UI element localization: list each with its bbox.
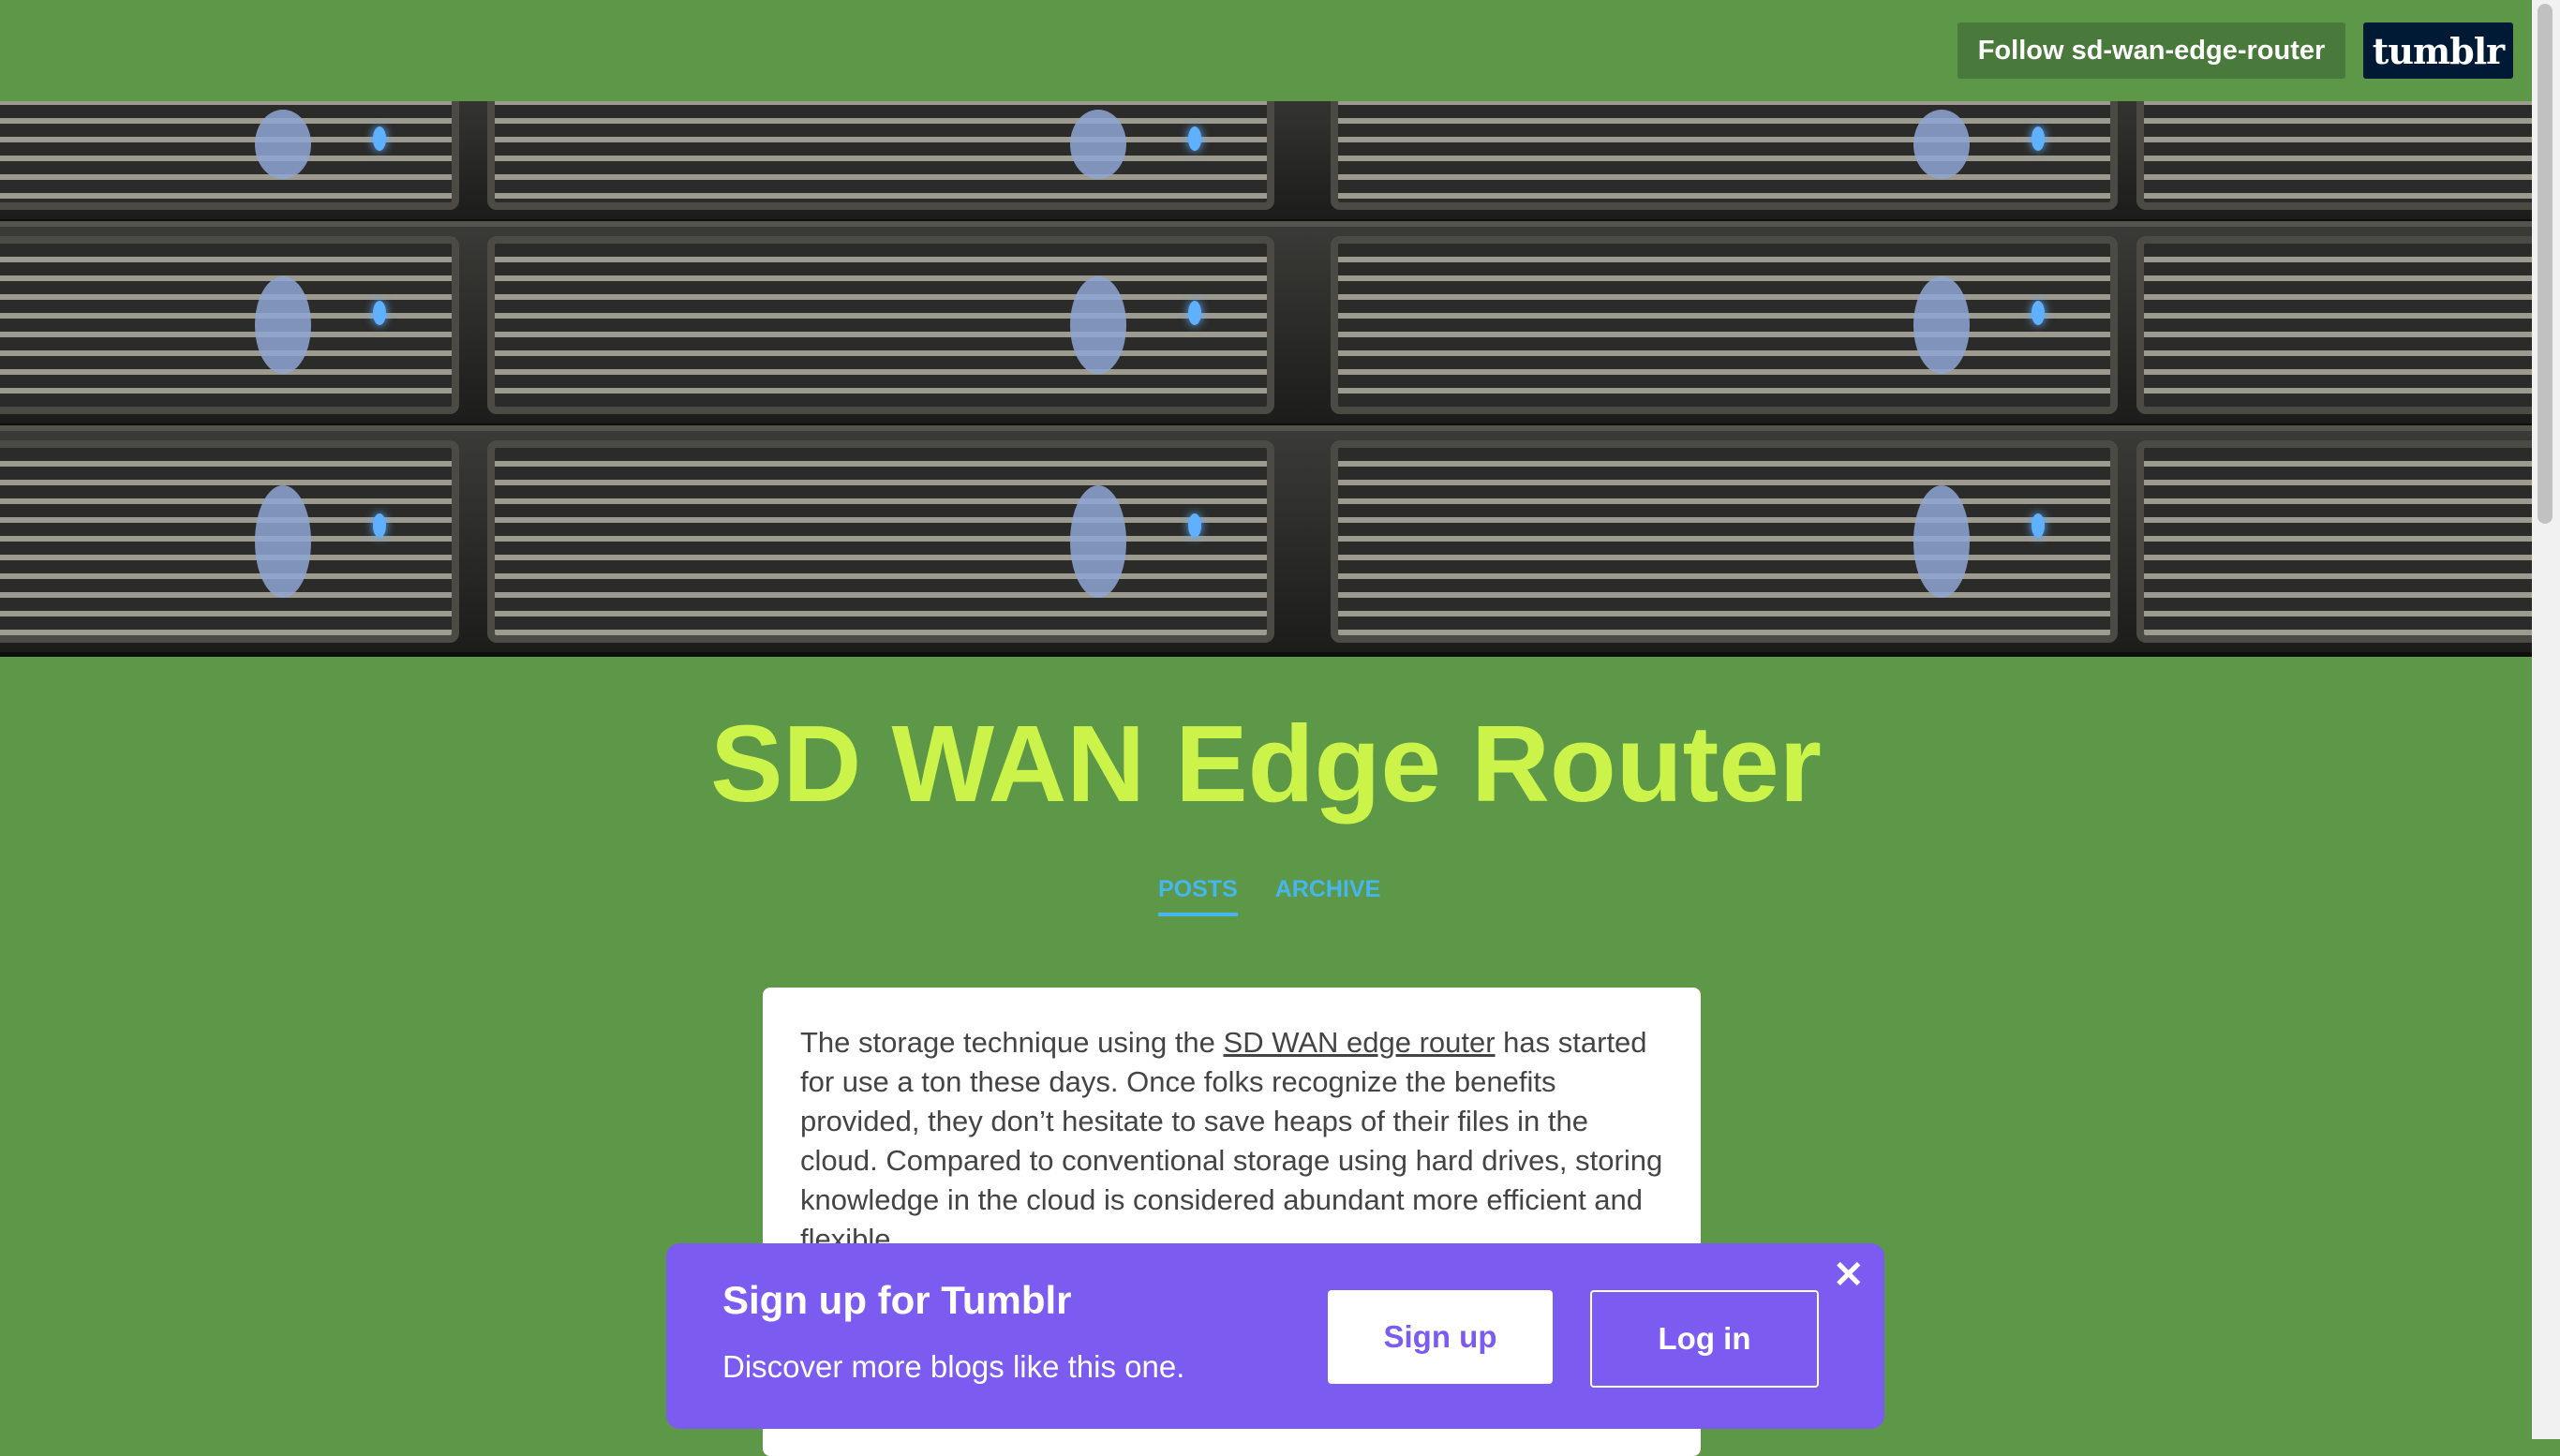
signup-subtitle: Discover more blogs like this one. [722, 1349, 1185, 1384]
follow-button[interactable]: Follow sd-wan-edge-router [1957, 22, 2345, 79]
tab-posts[interactable]: POSTS [1158, 876, 1238, 916]
signup-title: Sign up for Tumblr [722, 1278, 1072, 1322]
scrollbar-thumb[interactable] [2538, 4, 2553, 524]
close-icon[interactable]: ✕ [1833, 1256, 1865, 1294]
post-link[interactable]: SD WAN edge router [1224, 1026, 1496, 1059]
header-image [0, 101, 2532, 657]
rack-row [0, 101, 2532, 225]
blog-title[interactable]: SD WAN Edge Router [0, 703, 2532, 825]
top-bar: Follow sd-wan-edge-router tumblr [0, 0, 2532, 101]
blog-nav: POSTS ARCHIVE [1158, 876, 1380, 916]
signup-button[interactable]: Sign up [1328, 1290, 1553, 1384]
rack-row [0, 425, 2532, 657]
tab-archive[interactable]: ARCHIVE [1275, 876, 1381, 916]
login-button[interactable]: Log in [1590, 1290, 1819, 1388]
rack-row [0, 221, 2532, 429]
post-text-start: The storage technique using the [800, 1026, 1224, 1059]
post-text-end: has started for use a ton these days. On… [800, 1026, 1663, 1255]
scrollbar[interactable] [2532, 0, 2560, 1439]
tumblr-logo[interactable]: tumblr [2363, 22, 2513, 79]
signup-banner: Sign up for Tumblr Discover more blogs l… [666, 1243, 1884, 1429]
